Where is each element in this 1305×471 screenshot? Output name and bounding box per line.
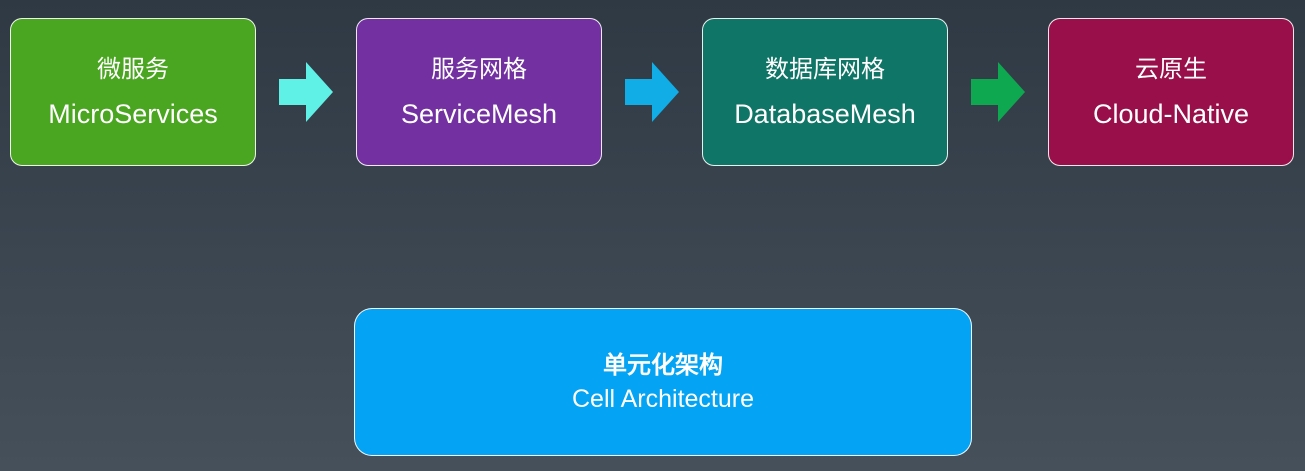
stage-label-cn: 云原生 (1135, 55, 1207, 83)
arrow-shape (625, 62, 679, 122)
cell-label-cn: 单元化架构 (603, 351, 723, 379)
right-arrow-icon (971, 62, 1025, 122)
arrow-shape (971, 62, 1025, 122)
stage-label-cn: 微服务 (97, 55, 169, 83)
stage-box-servicemesh: 服务网格 ServiceMesh (356, 18, 602, 166)
right-arrow-icon (279, 62, 333, 122)
architecture-diagram: 微服务 MicroServices 服务网格 ServiceMesh 数据库网格… (0, 0, 1305, 471)
stage-label-en: DatabaseMesh (734, 99, 916, 129)
cell-architecture-box: 单元化架构 Cell Architecture (354, 308, 972, 456)
cell-label-en: Cell Architecture (571, 385, 755, 413)
stage-label-cn: 服务网格 (431, 55, 527, 83)
stage-label-cn: 数据库网格 (765, 55, 885, 83)
stage-box-cloud-native: 云原生 Cloud-Native (1048, 18, 1294, 166)
right-arrow-icon (625, 62, 679, 122)
arrow-shape (279, 62, 333, 122)
stage-box-microservices: 微服务 MicroServices (10, 18, 256, 166)
stage-label-en: ServiceMesh (400, 99, 558, 129)
stage-label-en: MicroServices (48, 99, 218, 129)
stage-box-databasemesh: 数据库网格 DatabaseMesh (702, 18, 948, 166)
stage-label-en: Cloud-Native (1092, 99, 1250, 129)
